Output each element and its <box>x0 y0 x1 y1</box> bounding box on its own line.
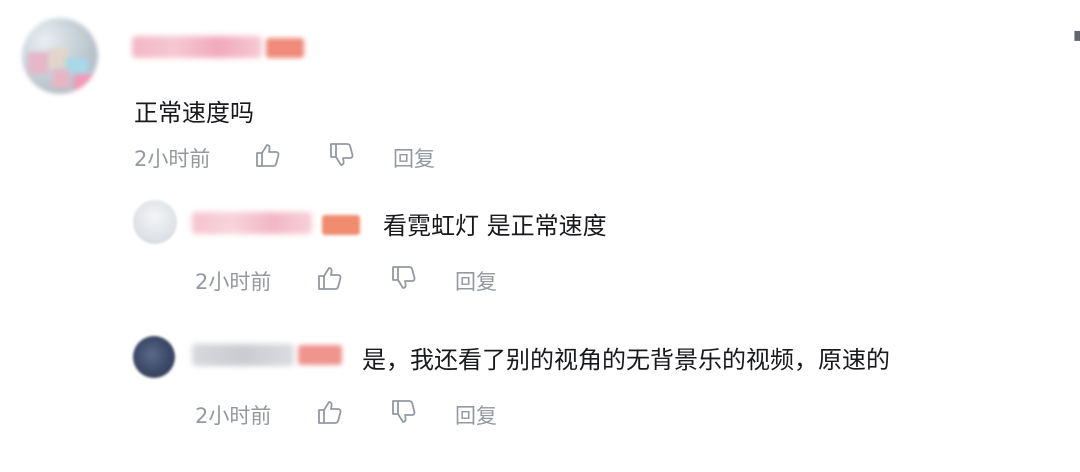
username[interactable] <box>132 36 262 58</box>
comment-text: 正常速度吗 <box>134 99 254 127</box>
reply-button[interactable]: 回复 <box>455 266 497 296</box>
reply-button[interactable]: 回复 <box>393 143 435 173</box>
avatar[interactable] <box>133 200 177 244</box>
reply-time: 2小时前 <box>195 270 272 294</box>
thumbs-up-icon[interactable] <box>254 141 282 169</box>
thumbs-down-icon[interactable] <box>328 141 356 169</box>
username[interactable] <box>192 344 294 366</box>
comment-time: 2小时前 <box>134 147 211 171</box>
reply-text: 看霓虹灯 是正常速度 <box>383 212 607 240</box>
thumbs-up-icon[interactable] <box>316 264 344 292</box>
comment-thread: 正常速度吗 2小时前 回复 看霓虹灯 是正常速度 2小时前 回复 是，我还看了别 <box>0 0 1080 472</box>
username[interactable] <box>192 212 312 234</box>
more-icon[interactable]: ▪ <box>1072 22 1080 46</box>
level-badge <box>322 215 360 235</box>
thumbs-up-icon[interactable] <box>316 398 344 426</box>
level-badge <box>266 38 304 58</box>
reply-time: 2小时前 <box>195 404 272 428</box>
avatar[interactable] <box>22 18 98 94</box>
reply-button[interactable]: 回复 <box>455 400 497 430</box>
avatar[interactable] <box>133 336 175 378</box>
level-badge <box>298 345 342 365</box>
thumbs-down-icon[interactable] <box>390 264 418 292</box>
thumbs-down-icon[interactable] <box>390 398 418 426</box>
reply-text: 是，我还看了别的视角的无背景乐的视频，原速的 <box>362 346 890 374</box>
